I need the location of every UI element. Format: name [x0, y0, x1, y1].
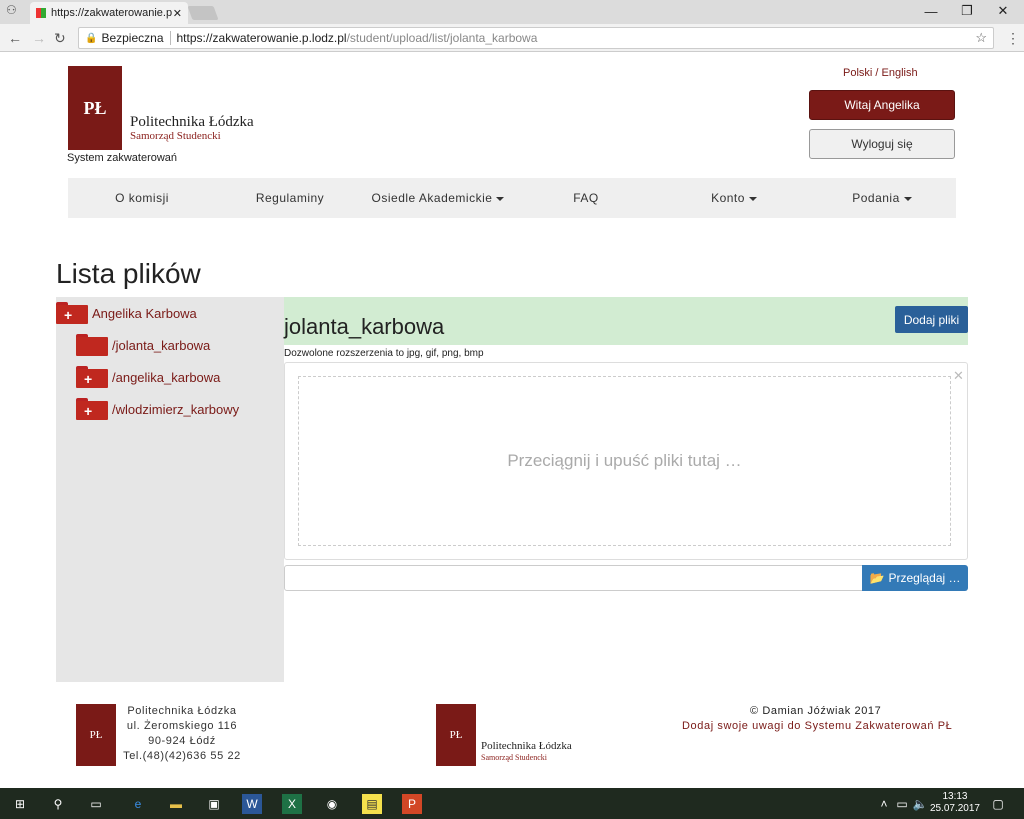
windows-start-icon[interactable]: ⊞: [10, 794, 30, 814]
browser-tab-title: https://zakwaterowanie.p: [51, 7, 173, 19]
network-icon[interactable]: ▭: [892, 794, 912, 814]
caret-down-icon: [903, 196, 912, 201]
footer-brand-name: Politechnika Łódzka: [481, 740, 572, 752]
footer-brand-subtitle: Samorząd Studencki: [481, 753, 547, 762]
taskbar: ⊞ ⚲ ▭ e ▬ ▣ W X ◉ ▤ P ˄ ▭ 🔈 13:13 25.07.…: [0, 788, 1024, 819]
file-path-input[interactable]: [284, 565, 864, 591]
chrome-icon[interactable]: ◉: [322, 794, 342, 814]
system-name: System zakwaterowań: [67, 152, 178, 164]
folder-plus-icon: +: [76, 366, 108, 388]
excel-icon[interactable]: X: [282, 794, 302, 814]
nav-item-regulaminy[interactable]: Regulaminy: [216, 191, 364, 205]
footer-logo: PŁ: [76, 704, 116, 766]
search-icon[interactable]: ⚲: [48, 794, 68, 814]
nav-item-podania[interactable]: Podania: [808, 191, 956, 205]
folder-plus-icon: +: [76, 398, 108, 420]
browse-button[interactable]: 📂 Przeglądaj …: [862, 565, 968, 591]
folder-open-icon: 📂: [869, 571, 885, 585]
url-field[interactable]: 🔒 Bezpieczna https://zakwaterowanie.p.lo…: [78, 27, 994, 49]
new-tab-button[interactable]: [187, 6, 219, 20]
logout-button[interactable]: Wyloguj się: [809, 129, 955, 159]
tree-root[interactable]: + Angelika Karbowa: [56, 302, 197, 324]
file-explorer-icon[interactable]: ▬: [166, 794, 186, 814]
address-bar: ← → ↻ 🔒 Bezpieczna https://zakwaterowani…: [0, 24, 1024, 52]
favicon-icon: [36, 8, 46, 18]
clock[interactable]: 13:13 25.07.2017: [930, 791, 980, 815]
copyright: © Damian Jóźwiak 2017: [750, 705, 882, 717]
nav-item-faq[interactable]: FAQ: [512, 191, 660, 205]
brand-name: Politechnika Łódzka: [130, 114, 254, 130]
dropzone[interactable]: Przeciągnij i upuść pliki tutaj …: [298, 376, 951, 546]
university-logo[interactable]: PŁ: [68, 66, 122, 150]
footer-center-logo: PŁ: [436, 704, 476, 766]
incognito-icon: ⚇: [6, 3, 17, 17]
url-path: /student/upload/list/jolanta_karbowa: [346, 31, 538, 45]
allowed-extensions: Dozwolone rozszerzenia to jpg, gif, png,…: [284, 348, 484, 359]
nav-item-o-komisji[interactable]: O komisji: [68, 191, 216, 205]
footer-address: Politechnika Łódzka ul. Żeromskiego 116 …: [123, 705, 241, 762]
lock-icon: 🔒: [85, 32, 98, 44]
back-icon[interactable]: ←: [8, 30, 22, 46]
browser-tab[interactable]: https://zakwaterowanie.p ✕: [30, 2, 188, 24]
add-files-button[interactable]: Dodaj pliki: [895, 306, 968, 333]
volume-icon[interactable]: 🔈: [910, 794, 930, 814]
language-switch[interactable]: Polski / English: [843, 67, 918, 79]
forward-icon[interactable]: →: [32, 30, 46, 46]
powerpoint-icon[interactable]: P: [402, 794, 422, 814]
word-icon[interactable]: W: [242, 794, 262, 814]
nav-item-osiedle-akademickie[interactable]: Osiedle Akademickie: [364, 191, 512, 205]
browser-tab-strip: ⚇ https://zakwaterowanie.p ✕ — ❐ ✕: [0, 0, 1024, 24]
folder-title: jolanta_karbowa: [284, 314, 445, 339]
star-icon[interactable]: ☆: [975, 30, 987, 46]
folder-open-icon: [76, 334, 108, 356]
reload-icon[interactable]: ↻: [54, 30, 66, 47]
restore-icon[interactable]: ❐: [950, 0, 984, 22]
close-window-icon[interactable]: ✕: [986, 0, 1020, 22]
feedback-link[interactable]: Dodaj swoje uwagi do Systemu Zakwaterowa…: [682, 720, 952, 732]
close-tab-icon[interactable]: ✕: [173, 7, 182, 20]
caret-down-icon: [496, 196, 505, 201]
store-icon[interactable]: ▣: [204, 794, 224, 814]
url-host: https://zakwaterowanie.p.lodz.pl: [176, 31, 347, 45]
minimize-icon[interactable]: —: [914, 0, 948, 22]
folder-plus-icon: +: [56, 302, 88, 324]
page-title: Lista plików: [56, 258, 201, 289]
page: PŁ Politechnika Łódzka Samorząd Studenck…: [0, 52, 1024, 788]
welcome-button[interactable]: Witaj Angelika: [809, 90, 955, 120]
tree-item-jolanta[interactable]: /jolanta_karbowa: [76, 334, 210, 356]
chevron-up-icon[interactable]: ˄: [874, 794, 894, 814]
sticky-notes-icon[interactable]: ▤: [362, 794, 382, 814]
menu-icon[interactable]: ⋮: [1006, 30, 1020, 47]
close-icon[interactable]: ✕: [953, 368, 964, 384]
main-nav: O komisji Regulaminy Osiedle Akademickie…: [68, 178, 956, 218]
notification-icon[interactable]: ▢: [988, 794, 1008, 814]
folder-tree: + Angelika Karbowa /jolanta_karbowa + /a…: [56, 297, 284, 682]
brand-subtitle: Samorząd Studencki: [130, 130, 221, 142]
edge-icon[interactable]: e: [128, 794, 148, 814]
tree-item-angelika[interactable]: + /angelika_karbowa: [76, 366, 220, 388]
task-view-icon[interactable]: ▭: [86, 794, 106, 814]
nav-item-konto[interactable]: Konto: [660, 191, 808, 205]
secure-label: Bezpieczna: [97, 31, 171, 45]
tree-item-wlodzimierz[interactable]: + /wlodzimierz_karbowy: [76, 398, 239, 420]
caret-down-icon: [748, 196, 757, 201]
